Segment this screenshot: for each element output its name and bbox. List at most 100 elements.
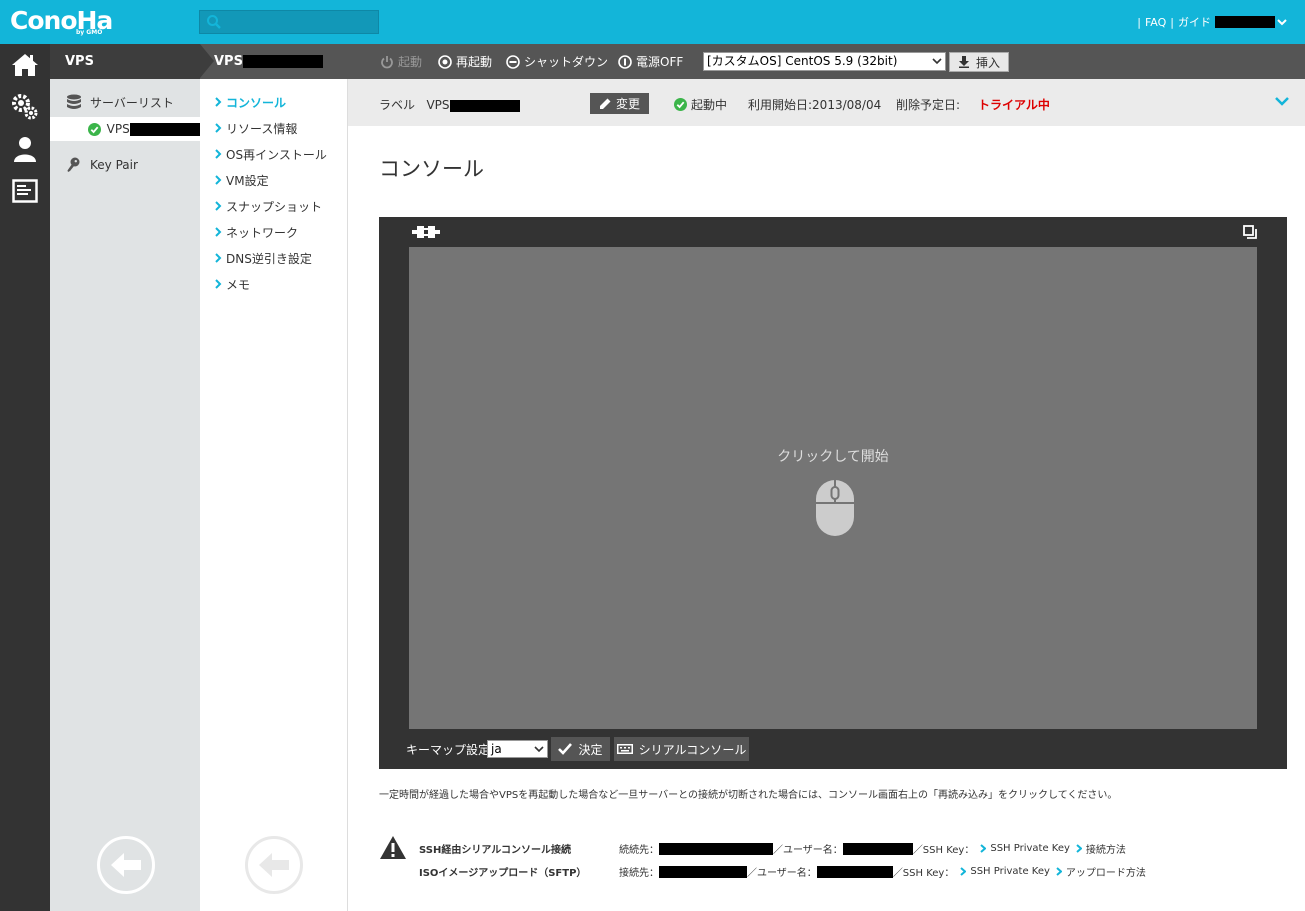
keymap-apply-button[interactable]: 決定	[551, 737, 610, 761]
key-pair-label: Key Pair	[90, 158, 138, 172]
database-icon	[64, 94, 84, 110]
keymap-select[interactable]: ja	[487, 740, 548, 758]
console-screen[interactable]: クリックして開始	[409, 247, 1257, 729]
insert-button[interactable]: 挿入	[949, 52, 1009, 72]
menu-memo[interactable]: メモ	[214, 273, 250, 295]
redacted-host	[659, 842, 773, 855]
chevron-down-icon[interactable]	[1277, 17, 1287, 27]
check-circle-icon	[674, 98, 687, 111]
redacted-user	[842, 842, 913, 855]
chevron-down-icon[interactable]	[1275, 95, 1289, 107]
chevron-right-icon	[215, 253, 222, 263]
server-sidebar: サーバーリスト VPS Key Pair	[50, 79, 200, 911]
menu-reverse-dns[interactable]: DNS逆引き設定	[214, 247, 312, 269]
billing-nav[interactable]	[0, 170, 50, 212]
menu-console[interactable]: コンソール	[214, 91, 286, 113]
fullscreen-icon[interactable]	[1243, 225, 1257, 239]
chevron-right-icon	[215, 97, 222, 107]
plug-icon[interactable]	[412, 225, 440, 239]
vps-label-bar: ラベル VPS 変更 起動中 利用開始日:2013/08/04 削除予定日: ト…	[348, 79, 1305, 126]
chevron-right-icon	[980, 844, 987, 853]
vps-toolbar: 起動 再起動 シャットダウン 電源OFF [カスタムOS] CentOS 5.9…	[348, 44, 1305, 79]
document-list-icon	[12, 179, 38, 203]
col2-title: VPS	[214, 54, 243, 69]
redacted-label	[449, 99, 520, 112]
shutdown-button[interactable]: シャットダウン	[506, 44, 608, 79]
menu-os-reinstall[interactable]: OS再インストール	[214, 143, 327, 165]
arrow-left-icon	[259, 853, 289, 877]
vps-menu: コンソール リソース情報 OS再インストール VM設定 スナップショット ネット…	[200, 79, 348, 911]
warning-icon	[380, 836, 406, 859]
ssh-private-key-link[interactable]: SSH Private Key	[974, 843, 1070, 854]
icon-rail	[0, 44, 50, 911]
chevron-right-icon	[215, 227, 222, 237]
delete-date-label: 削除予定日:	[896, 98, 961, 112]
col1-header-arrow	[200, 44, 214, 78]
ssh-private-key-link[interactable]: SSH Private Key	[954, 866, 1050, 877]
home-icon	[12, 54, 38, 76]
settings-nav[interactable]	[0, 86, 50, 128]
start-button[interactable]: 起動	[380, 44, 422, 79]
checkmark-icon	[558, 743, 573, 755]
redacted-host	[659, 865, 747, 878]
edit-label-button[interactable]: 変更	[590, 93, 649, 114]
home-nav[interactable]	[0, 44, 50, 86]
running-status: 起動中	[674, 96, 727, 113]
serial-console-button[interactable]: シリアルコンソール	[614, 737, 749, 761]
gears-icon	[12, 94, 38, 120]
key-icon	[66, 157, 82, 173]
chevron-down-icon	[932, 58, 942, 65]
back-button-col2[interactable]	[245, 836, 303, 894]
menu-network[interactable]: ネットワーク	[214, 221, 298, 243]
faq-link[interactable]: FAQ	[1145, 16, 1166, 29]
trial-badge: トライアル中	[978, 98, 1050, 112]
upload-method-link[interactable]: アップロード方法	[1050, 864, 1146, 879]
header-links: | FAQ | ガイド	[1133, 14, 1287, 30]
chevron-right-icon	[1076, 844, 1082, 853]
chevron-right-icon	[215, 279, 222, 289]
download-icon	[958, 56, 969, 68]
search-input[interactable]	[226, 13, 374, 31]
key-pair-item[interactable]: Key Pair	[50, 153, 200, 177]
user-icon	[14, 137, 36, 162]
vps-label: ラベル VPS	[379, 96, 520, 113]
guide-link[interactable]: ガイド	[1178, 14, 1211, 30]
chevron-right-icon	[215, 149, 222, 159]
pencil-icon	[599, 98, 611, 109]
reload-note: 一定時間が経過した場合やVPSを再起動した場合など一旦サーバーとの接続が切断され…	[379, 790, 1118, 801]
col2-header: VPS	[200, 44, 348, 79]
sftp-upload-info: ISOイメージアップロード（SFTP） 接続先： ／ユーザー名： ／SSH Ke…	[419, 864, 1146, 879]
account-nav[interactable]	[0, 128, 50, 170]
vps-server-label: VPS	[106, 122, 130, 136]
keymap-label: キーマップ設定	[406, 743, 491, 757]
os-image-select[interactable]: [カスタムOS] CentOS 5.9 (32bit)	[703, 52, 946, 71]
redacted-server-name	[129, 122, 200, 136]
check-circle-icon	[88, 121, 102, 137]
server-list-label: サーバーリスト	[90, 95, 174, 110]
menu-vm-settings[interactable]: VM設定	[214, 169, 269, 191]
col1-header: VPS	[50, 44, 200, 79]
restart-icon	[438, 54, 452, 69]
redacted-vps-name	[242, 55, 323, 68]
server-list-item[interactable]: サーバーリスト	[50, 90, 200, 114]
restart-button[interactable]: 再起動	[438, 44, 492, 79]
conoha-logo[interactable]: ConoHa by GMO	[10, 6, 113, 36]
ssh-console-info: SSH経由シリアルコンソール接続 続続先： ／ユーザー名： ／SSH Key： …	[419, 841, 1126, 856]
power-off-button[interactable]: 電源OFF	[618, 44, 683, 79]
redacted-user	[816, 865, 893, 878]
menu-resource-info[interactable]: リソース情報	[214, 117, 297, 139]
chevron-right-icon	[1056, 867, 1062, 876]
connection-method-link[interactable]: 接続方法	[1070, 841, 1126, 856]
chevron-down-icon	[534, 746, 544, 753]
vps-server-item[interactable]: VPS	[50, 117, 200, 141]
mouse-icon	[816, 480, 854, 536]
keyboard-icon	[616, 744, 633, 754]
power-off-icon	[618, 54, 632, 69]
menu-snapshot[interactable]: スナップショット	[214, 195, 322, 217]
back-button-col1[interactable]	[97, 836, 155, 894]
search-box	[199, 10, 379, 34]
chevron-right-icon	[215, 201, 222, 211]
redacted-username[interactable]	[1215, 16, 1275, 28]
vnc-console: クリックして開始 キーマップ設定 ja 決定 シリアルコンソール	[379, 217, 1287, 769]
start-date: 利用開始日:2013/08/04	[748, 98, 882, 112]
